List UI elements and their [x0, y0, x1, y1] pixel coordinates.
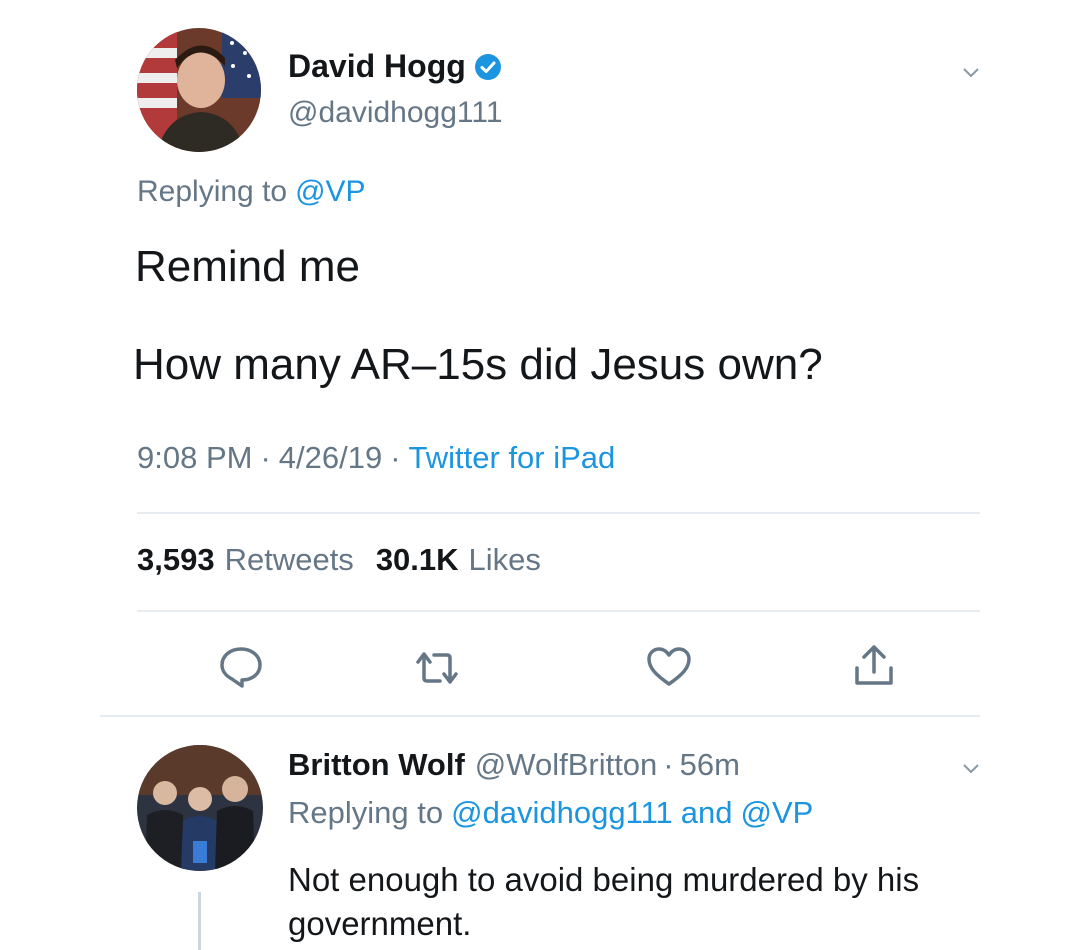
- share-icon: [855, 645, 893, 685]
- tweet-source-link[interactable]: Twitter for iPad: [409, 440, 616, 476]
- tweet-date: 4/26/19: [278, 440, 383, 475]
- replying-to-link[interactable]: @VP: [295, 175, 365, 209]
- divider: [100, 715, 980, 717]
- reply-author-avatar[interactable]: [137, 745, 263, 871]
- like-icon: [647, 647, 691, 686]
- reply-thread-line: [198, 892, 201, 950]
- meta-separator: ·: [260, 440, 271, 475]
- tweet-card: David Hogg @davidhogg111 Replying to @VP…: [100, 20, 980, 950]
- author-handle[interactable]: @davidhogg111: [288, 96, 503, 130]
- reply-replying-to-link-1[interactable]: @davidhogg111: [451, 795, 673, 831]
- retweet-button[interactable]: [412, 648, 462, 693]
- chevron-down-icon[interactable]: [962, 66, 980, 84]
- tweet-text-line-2: How many AR–15s did Jesus own?: [133, 340, 823, 389]
- author-avatar[interactable]: [137, 28, 261, 152]
- meta-separator: ·: [663, 747, 674, 782]
- replying-prefix: Replying to: [137, 175, 288, 208]
- reply-replying-to-link-2[interactable]: @VP: [741, 795, 814, 831]
- tweet-text-line-1: Remind me: [135, 242, 360, 291]
- reply-text: Not enough to avoid being murdered by hi…: [288, 861, 920, 942]
- reply-icon: [220, 647, 262, 688]
- reply-button[interactable]: [218, 645, 264, 694]
- like-button[interactable]: [646, 646, 692, 693]
- avatar-photo: [137, 28, 261, 152]
- reply-age[interactable]: 56m: [680, 747, 740, 783]
- meta-separator: ·: [390, 440, 401, 475]
- retweets-label[interactable]: Retweets: [225, 542, 354, 578]
- reply-author-name[interactable]: Britton Wolf: [288, 747, 465, 783]
- likes-label[interactable]: Likes: [469, 542, 541, 578]
- share-button[interactable]: [852, 644, 896, 693]
- divider: [137, 610, 980, 612]
- reply-replying-prefix: Replying to: [288, 795, 444, 830]
- reply-replying-and: and: [680, 795, 733, 830]
- chevron-down-icon[interactable]: [962, 762, 980, 780]
- reply-author-handle[interactable]: @WolfBritton: [475, 747, 658, 783]
- likes-count[interactable]: 30.1K: [376, 542, 459, 578]
- verified-badge-icon: [474, 53, 502, 81]
- divider: [137, 512, 980, 514]
- tweet-time: 9:08 PM: [137, 440, 253, 475]
- retweets-count[interactable]: 3,593: [137, 542, 215, 578]
- author-name[interactable]: David Hogg: [288, 48, 466, 85]
- avatar-photo: [137, 745, 263, 871]
- retweet-icon: [416, 652, 458, 684]
